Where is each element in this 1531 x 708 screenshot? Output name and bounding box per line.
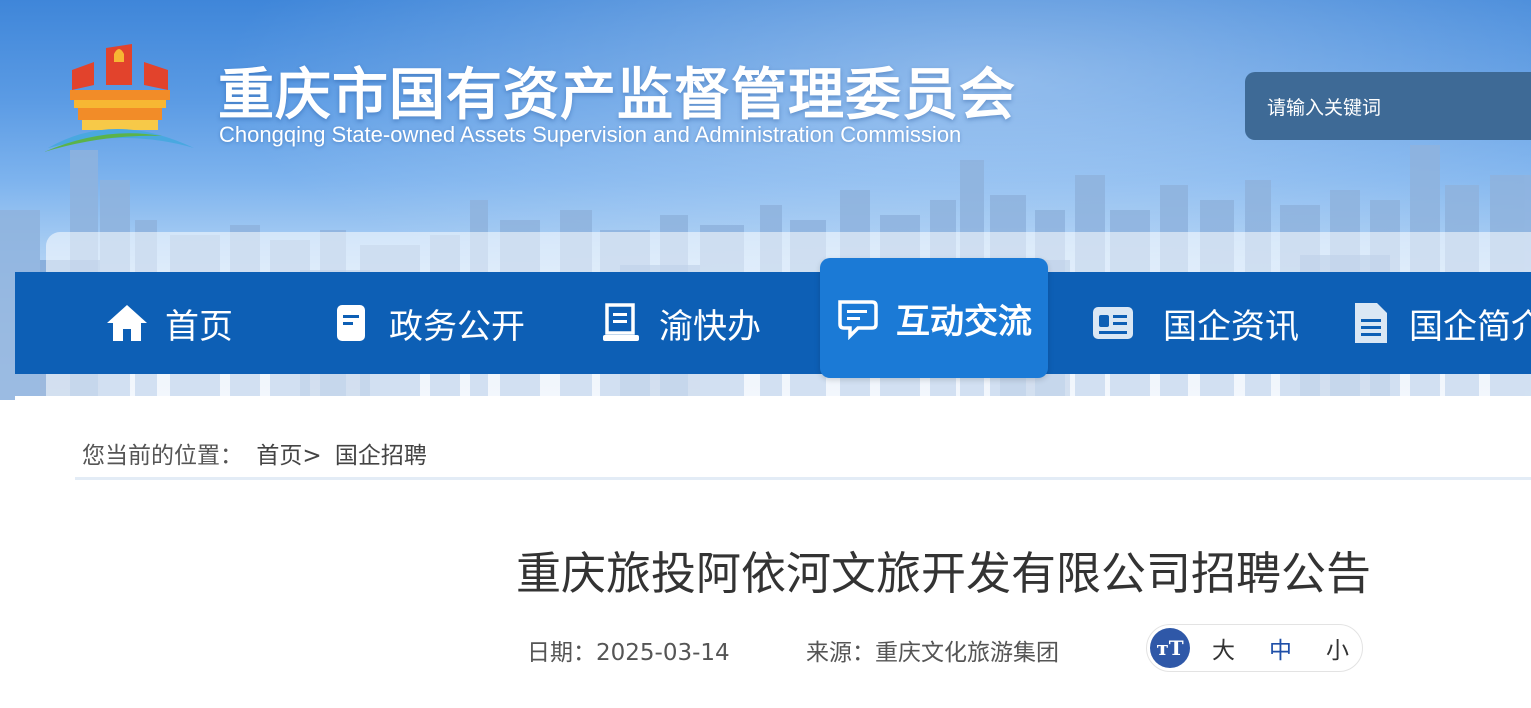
file-list-icon bbox=[1349, 301, 1393, 345]
nav-label-home: 首页 bbox=[165, 306, 233, 347]
logo-icon bbox=[44, 44, 194, 152]
nav-item-soe-profile[interactable]: 国企简介 bbox=[1349, 272, 1531, 374]
service-desk-icon bbox=[599, 301, 643, 345]
nav-item-yukuaiban[interactable]: 渝快办 bbox=[599, 272, 761, 374]
breadcrumb-prefix: 您当前的位置： bbox=[82, 443, 243, 469]
nav-label-soe-news: 国企资讯 bbox=[1163, 306, 1299, 347]
document-icon bbox=[329, 301, 373, 345]
home-icon bbox=[105, 301, 149, 345]
chat-icon bbox=[836, 296, 880, 340]
nav-item-interaction[interactable]: 互动交流 bbox=[820, 258, 1048, 378]
nav-label-soe-profile: 国企简介 bbox=[1409, 306, 1531, 347]
font-size-small-button[interactable]: 小 bbox=[1326, 631, 1349, 665]
font-size-medium-button[interactable]: 中 bbox=[1269, 631, 1292, 665]
article-date: 日期：2025-03-14 bbox=[527, 640, 730, 666]
breadcrumb-divider bbox=[75, 477, 1531, 480]
search-input[interactable]: 请输入关键词 bbox=[1245, 72, 1531, 140]
article-title: 重庆旅投阿依河文旅开发有限公司招聘公告 bbox=[516, 547, 1372, 600]
nav-item-government-affairs[interactable]: 政务公开 bbox=[329, 272, 525, 374]
font-size-switcher: тT 大 中 小 bbox=[1146, 624, 1363, 672]
nav-label-government-affairs: 政务公开 bbox=[389, 306, 525, 347]
breadcrumb-current-link[interactable]: 国企招聘 bbox=[335, 443, 427, 469]
font-size-icon: тT bbox=[1150, 628, 1190, 668]
article-source: 来源：重庆文化旅游集团 bbox=[806, 640, 1059, 666]
breadcrumb-home-link[interactable]: 首页> bbox=[256, 443, 321, 469]
site-subtitle: Chongqing State-owned Assets Supervision… bbox=[219, 122, 962, 147]
nav-item-home[interactable]: 首页 bbox=[105, 272, 233, 374]
site-title: 重庆市国有资产监督管理委员会 bbox=[218, 63, 1016, 128]
font-size-large-button[interactable]: 大 bbox=[1212, 631, 1235, 665]
nav-label-yukuaiban: 渝快办 bbox=[659, 306, 761, 347]
main-nav: 首页 政务公开 渝快办 互动交流 国企资讯 国企简介 bbox=[15, 258, 1531, 378]
nav-label-interaction: 互动交流 bbox=[896, 301, 1032, 342]
breadcrumb: 您当前的位置： 首页> 国企招聘 bbox=[82, 436, 433, 470]
nav-item-soe-news[interactable]: 国企资讯 bbox=[1091, 272, 1299, 374]
news-card-icon bbox=[1091, 301, 1135, 345]
